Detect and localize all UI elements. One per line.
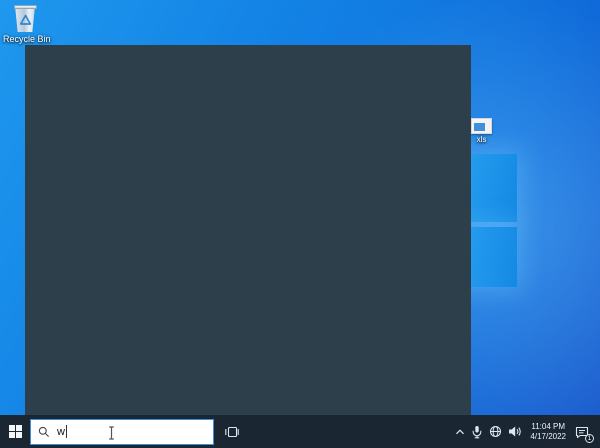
windows-logo-pane — [15, 425, 22, 431]
text-caret — [65, 425, 67, 438]
file-icon-label: xls — [476, 135, 487, 144]
windows-logo-icon — [8, 425, 22, 438]
recycle-bin-label: Recycle Bin — [3, 34, 51, 44]
windows-logo-pane — [8, 425, 15, 431]
action-center-button[interactable]: 1 — [574, 415, 595, 448]
taskbar-search-input[interactable]: w — [30, 418, 214, 445]
start-button[interactable] — [0, 415, 30, 448]
hidden-icons-chevron-button[interactable] — [455, 415, 465, 448]
volume-tray-button[interactable] — [508, 415, 522, 448]
network-tray-button[interactable] — [489, 415, 502, 448]
windows-logo-pane — [15, 432, 22, 438]
recycle-bin-icon — [13, 5, 37, 32]
task-view-button[interactable] — [214, 415, 250, 448]
clock-date: 4/17/2022 — [530, 431, 566, 441]
microphone-icon — [471, 425, 483, 439]
taskbar: w 11:04 PM 4/17/2022 1 — [0, 415, 600, 448]
system-tray: 11:04 PM 4/17/2022 1 — [455, 415, 600, 448]
taskbar-clock[interactable]: 11:04 PM 4/17/2022 — [530, 422, 566, 442]
microphone-tray-button[interactable] — [471, 415, 483, 448]
clock-time: 11:04 PM — [531, 421, 566, 431]
desktop-icon-recycle-bin[interactable]: Recycle Bin — [3, 5, 51, 44]
file-window-icon — [471, 118, 492, 134]
search-input-value: w — [57, 425, 65, 438]
task-view-icon — [224, 424, 240, 440]
notification-badge: 1 — [585, 434, 594, 443]
ibeam-cursor — [107, 425, 116, 440]
recycle-bin-lid — [13, 5, 37, 9]
file-window-icon-screen — [474, 123, 485, 131]
windows-logo-pane — [8, 432, 15, 438]
desktop-icon-file[interactable]: xls — [468, 118, 495, 144]
globe-network-icon — [489, 425, 502, 438]
speaker-volume-icon — [508, 425, 522, 438]
chevron-up-icon — [455, 427, 465, 437]
recycle-symbol-icon — [14, 14, 37, 26]
blank-window-overlay[interactable] — [25, 45, 471, 415]
search-icon — [38, 426, 50, 438]
